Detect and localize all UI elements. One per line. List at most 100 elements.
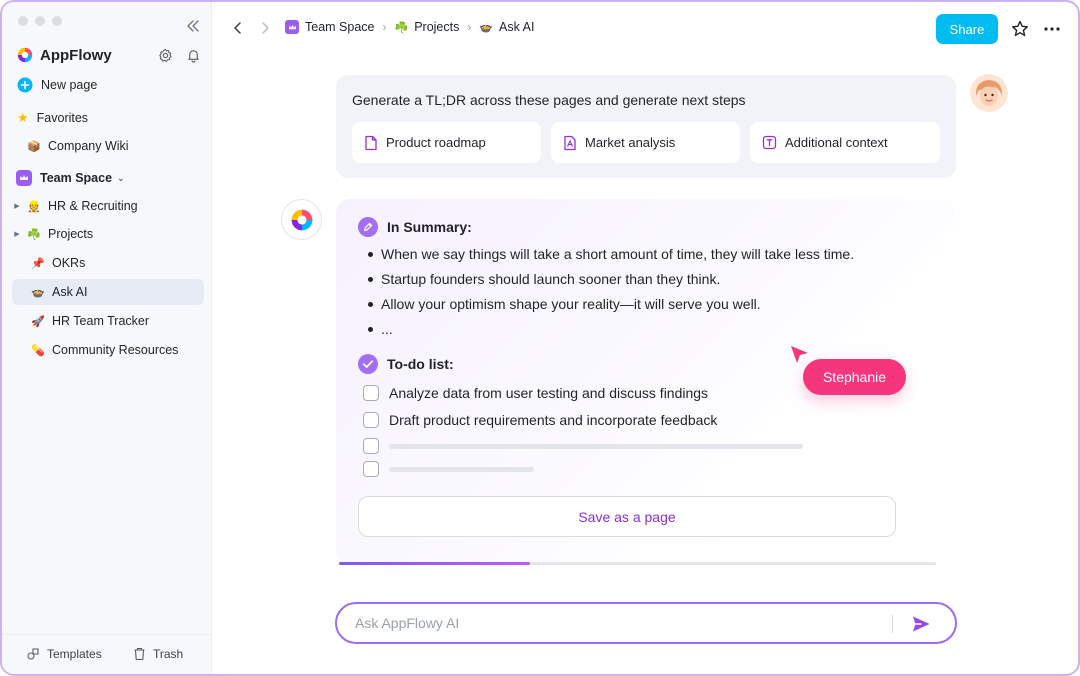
sidebar-item-projects[interactable]: ▶ ☘️ Projects (12, 221, 204, 247)
ask-ai-input-box (335, 602, 957, 644)
prompt-text: Generate a TL;DR across these pages and … (352, 92, 746, 108)
star-filled-icon: ★ (17, 110, 29, 125)
context-chip-market-analysis[interactable]: Market analysis (551, 122, 740, 163)
text-file-icon (762, 135, 777, 150)
sidebar-item-label: Community Resources (52, 343, 179, 357)
sidebar-item-company-wiki[interactable]: 📦 Company Wiki (12, 133, 204, 159)
pot-emoji-icon: 🍲 (31, 286, 45, 299)
chip-label: Additional context (785, 135, 888, 150)
space-header[interactable]: Team Space ⌄ (12, 165, 204, 191)
loading-skeleton-line (389, 443, 803, 449)
shamrock-emoji-icon: ☘️ (394, 21, 409, 34)
space-crown-icon (285, 20, 299, 34)
sidebar-item-label: OKRs (52, 256, 86, 270)
input-divider (892, 615, 893, 633)
pot-emoji-icon: 🍲 (479, 21, 494, 34)
package-emoji-icon: 📦 (27, 140, 41, 153)
document-icon (365, 135, 377, 150)
todo-text: Analyze data from user testing and discu… (389, 385, 709, 401)
space-crown-icon (16, 170, 32, 186)
templates-button[interactable]: Templates (26, 647, 102, 661)
todo-item: Analyze data from user testing and discu… (363, 385, 708, 401)
workspace-brand[interactable]: AppFlowy (16, 46, 112, 64)
breadcrumb-ask-ai[interactable]: 🍲 Ask AI (479, 20, 534, 34)
todo-item-placeholder (363, 461, 534, 477)
sidebar-item-label: Company Wiki (48, 139, 129, 153)
collaborator-cursor-icon (791, 346, 808, 363)
new-page-label: New page (41, 78, 98, 92)
templates-label: Templates (47, 647, 102, 661)
sidebar-item-label: HR Team Tracker (52, 314, 150, 328)
breadcrumb-label: Projects (414, 20, 460, 34)
bullet-text: Startup founders should launch sooner th… (381, 271, 721, 287)
summary-title: In Summary: (387, 219, 472, 235)
favorites-header[interactable]: ★ Favorites (12, 105, 204, 131)
todo-checkbox[interactable] (363, 438, 379, 454)
check-badge-icon (358, 354, 378, 374)
context-chip-additional-context[interactable]: Additional context (750, 122, 940, 163)
user-prompt-card: Generate a TL;DR across these pages and … (336, 75, 956, 178)
collapse-sidebar-icon[interactable] (186, 19, 200, 33)
sidebar-item-hr-team-tracker[interactable]: 🚀 HR Team Tracker (12, 308, 204, 334)
chevron-down-icon: ⌄ (117, 172, 125, 183)
templates-icon (27, 648, 39, 660)
favorite-star-icon[interactable] (1010, 19, 1030, 39)
summary-bullet: Allow your optimism shape your reality—i… (368, 296, 761, 312)
workspace-name: AppFlowy (40, 46, 112, 64)
notification-bell-icon[interactable] (186, 48, 201, 63)
minimize-window-dot[interactable] (35, 16, 45, 26)
bullet-text: When we say things will take a short amo… (381, 246, 855, 262)
generation-progress-bar (339, 562, 936, 565)
settings-gear-icon[interactable] (158, 48, 173, 63)
more-options-icon[interactable] (1042, 19, 1062, 39)
pdf-icon (564, 135, 576, 150)
todo-title: To-do list: (387, 356, 454, 372)
sidebar-item-label: Projects (48, 227, 94, 241)
sidebar-item-okrs[interactable]: 📌 OKRs (12, 250, 204, 276)
ask-ai-input[interactable] (355, 613, 875, 633)
breadcrumb-separator-icon: › (382, 20, 387, 34)
expand-caret-icon[interactable]: ▶ (12, 202, 22, 210)
todo-text: Draft product requirements and incorpora… (389, 412, 718, 428)
appflowy-ai-logo-icon (291, 209, 312, 230)
breadcrumb-projects[interactable]: ☘️ Projects (394, 20, 459, 34)
context-chip-product-roadmap[interactable]: Product roadmap (352, 122, 541, 163)
todo-item: Draft product requirements and incorpora… (363, 412, 717, 428)
sidebar-item-hr-recruiting[interactable]: ▶ 👷 HR & Recruiting (12, 193, 204, 219)
expand-caret-icon[interactable]: ▶ (12, 230, 22, 238)
trash-label: Trash (153, 647, 184, 661)
worker-emoji-icon: 👷 (27, 200, 41, 213)
summary-bullet: Startup founders should launch sooner th… (368, 271, 720, 287)
summary-bullet: ... (368, 321, 393, 337)
breadcrumb-separator-icon: › (467, 20, 472, 34)
breadcrumb: Team Space › ☘️ Projects › 🍲 Ask AI (285, 20, 534, 34)
trash-button[interactable]: Trash (133, 647, 183, 661)
maximize-window-dot[interactable] (52, 16, 62, 26)
close-window-dot[interactable] (18, 16, 28, 26)
share-button[interactable]: Share (936, 14, 998, 44)
sidebar-item-ask-ai[interactable]: 🍲 Ask AI (12, 279, 204, 305)
todo-checkbox[interactable] (363, 385, 379, 401)
rocket-emoji-icon: 🚀 (31, 315, 45, 328)
window-controls (18, 16, 62, 26)
breadcrumb-label: Ask AI (499, 20, 535, 34)
save-as-page-button[interactable]: Save as a page (358, 496, 896, 537)
user-avatar[interactable] (970, 74, 1008, 112)
app-window: AppFlowy New page ★ Favorites 📦 Company (0, 0, 1080, 676)
new-page-button[interactable]: New page (12, 72, 204, 98)
summary-heading: In Summary: (358, 217, 472, 237)
forward-arrow-icon[interactable] (258, 21, 272, 35)
send-icon[interactable] (910, 613, 932, 635)
back-arrow-icon[interactable] (231, 21, 245, 35)
todo-checkbox[interactable] (363, 412, 379, 428)
loading-skeleton-line (389, 466, 534, 472)
trash-icon (134, 647, 145, 661)
appflowy-logo-icon (17, 47, 33, 63)
breadcrumb-team-space[interactable]: Team Space (285, 20, 374, 34)
summary-bullet: When we say things will take a short amo… (368, 246, 854, 262)
sidebar-item-community-resources[interactable]: 💊 Community Resources (12, 337, 204, 363)
user-avatar-illustration (970, 74, 1008, 112)
pushpin-emoji-icon: 📌 (31, 257, 45, 270)
todo-checkbox[interactable] (363, 461, 379, 477)
space-label: Team Space (40, 171, 113, 185)
